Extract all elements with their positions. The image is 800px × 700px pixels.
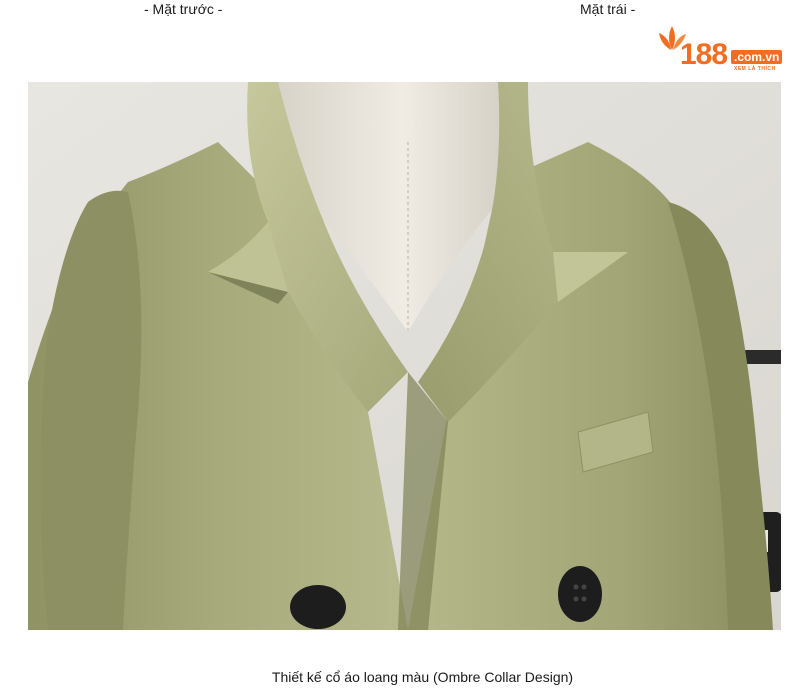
logo-domain: .com.vn	[731, 50, 783, 64]
logo-number: 188	[680, 38, 728, 71]
front-view-caption: - Mặt trước -	[144, 1, 223, 17]
logo-tagline: XEM LÀ THÍCH	[734, 66, 776, 72]
photo-caption: Thiết kế cổ áo loang màu (Ombre Collar D…	[271, 669, 574, 685]
product-photo: M	[28, 82, 781, 630]
left-button	[290, 585, 346, 629]
left-view-caption: Mặt trái -	[580, 1, 636, 17]
blazer-collar-image: M	[28, 82, 781, 630]
brand-logo[interactable]: 188 .com.vn XEM LÀ THÍCH	[658, 24, 784, 72]
right-button	[558, 566, 602, 622]
